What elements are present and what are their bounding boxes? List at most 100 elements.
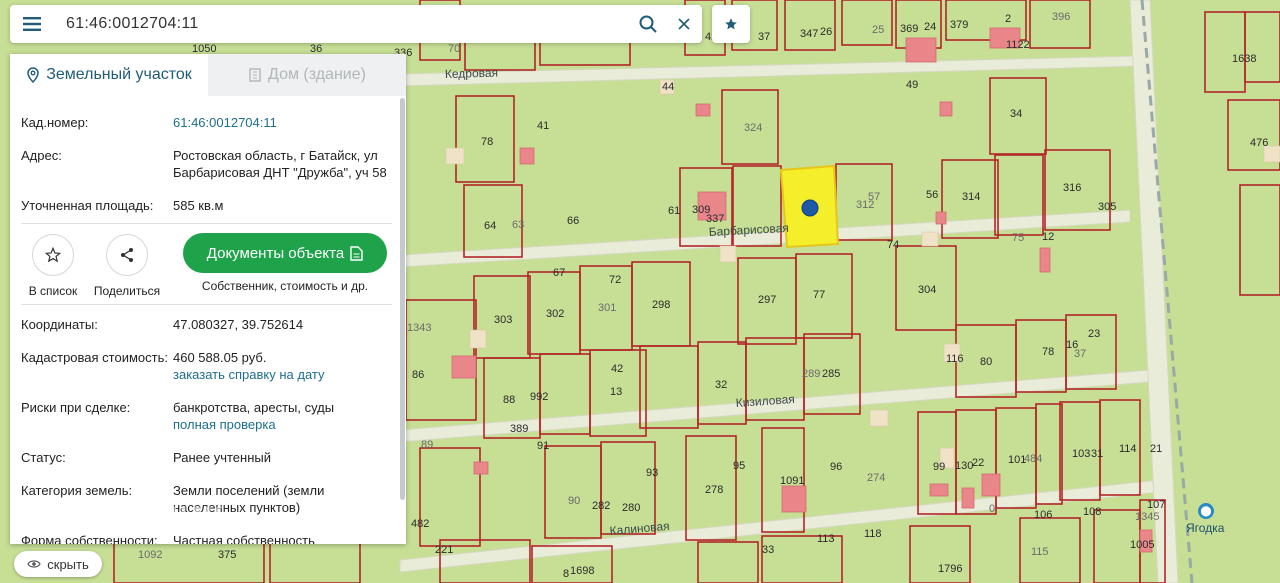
lot-number: 1345 (1135, 511, 1159, 523)
clear-button[interactable] (666, 5, 702, 43)
lot-number: 80 (980, 356, 992, 368)
lot-number: 304 (918, 284, 936, 296)
row-address: Адрес: Ростовская область, г Батайск, ул… (21, 147, 406, 181)
lot-number: 12 (1042, 231, 1054, 243)
lot-number: 289 (802, 368, 820, 380)
lot-number: 389 (510, 423, 528, 435)
lot-number: 278 (705, 484, 723, 496)
lot-number: 67 (553, 267, 565, 279)
lot-number: 301 (598, 302, 616, 314)
location-pin-icon (27, 67, 39, 83)
lot-number: 107 (1147, 499, 1165, 511)
documents-subtitle: Собственник, стоимость и др. (201, 279, 369, 293)
field-label: Риски при сделке: (21, 400, 131, 415)
lot-number: 16 (1066, 339, 1078, 351)
lot-number: 32 (715, 379, 727, 391)
lot-number: 72 (609, 274, 621, 286)
lot-number: 992 (530, 391, 548, 403)
status-value: Ранее учтенный (173, 450, 271, 465)
search-input[interactable]: 61:46:0012704:11 (54, 15, 630, 33)
lot-number: 77 (813, 289, 825, 301)
lot-number: 86 (412, 369, 424, 381)
lot-number: 13 (610, 386, 622, 398)
field-label: Кадастровая стоимость: (21, 350, 168, 365)
lot-number: 0 (989, 503, 995, 515)
lot-number: 312 (856, 199, 874, 211)
plot-marker-icon[interactable] (801, 199, 819, 217)
lot-number: 8 (563, 568, 569, 580)
lot-number: 298 (652, 299, 670, 311)
area-value: 585 кв.м (173, 198, 224, 213)
document-icon (350, 245, 363, 261)
favorite-button[interactable] (712, 5, 750, 43)
lot-number: 285 (822, 368, 840, 380)
lot-number: 297 (758, 294, 776, 306)
full-check-link[interactable]: полная проверка (173, 416, 388, 433)
documents-button[interactable]: Документы объекта (183, 233, 387, 273)
lot-number: 63 (512, 219, 524, 231)
lot-number: 56 (926, 189, 938, 201)
lot-number: 44 (662, 81, 674, 93)
hide-label: скрыть (47, 556, 89, 572)
lot-number: 113 (817, 533, 835, 545)
lot-number: 482 (411, 518, 429, 530)
lot-number: 88 (503, 394, 515, 406)
add-to-list-button[interactable]: В список (15, 234, 91, 298)
lot-number: 314 (962, 191, 980, 203)
tab-house[interactable]: Дом (здание) (208, 54, 406, 96)
hide-panel-button[interactable]: скрыть (14, 551, 102, 577)
building-icon (249, 68, 261, 82)
lot-number: 282 (592, 500, 610, 512)
bus-stop-icon[interactable]: ⬤ (1198, 503, 1214, 519)
search-button[interactable] (630, 5, 666, 43)
share-button[interactable]: Поделиться (89, 234, 165, 298)
lot-number: 49 (906, 79, 918, 91)
lot-number: 37 (758, 31, 770, 43)
lot-number: 1092 (138, 549, 162, 561)
lot-number: 116 (946, 353, 964, 365)
lot-number: 274 (867, 472, 885, 484)
row-status: Статус: Ранее учтенный (21, 449, 406, 466)
star-outline-icon (45, 247, 61, 263)
lot-number: 375 (218, 549, 236, 561)
lot-number: 95 (733, 460, 745, 472)
lot-number: 31 (1091, 448, 1103, 460)
panel-scrollbar[interactable] (400, 98, 405, 500)
menu-button[interactable] (10, 5, 54, 43)
lot-number: 337 (706, 213, 724, 225)
lot-number: 64 (484, 220, 496, 232)
field-label: Статус: (21, 450, 66, 465)
lot-number: 25 (872, 24, 884, 36)
hamburger-icon (23, 17, 41, 31)
lot-number: 41 (537, 120, 549, 132)
lot-number: 78 (481, 136, 493, 148)
lot-number: 1005 (1130, 539, 1154, 551)
field-label: Координаты: (21, 317, 98, 332)
lot-number: 379 (950, 19, 968, 31)
lot-number: 24 (924, 21, 936, 33)
lot-number: 302 (546, 308, 564, 320)
lot-number: 106 (1034, 509, 1052, 521)
lot-number: 22 (972, 457, 984, 469)
star-icon (725, 18, 737, 30)
lot-number: 108 (1083, 506, 1101, 518)
lot-number: 1343 (407, 322, 431, 334)
field-label: Кад.номер: (21, 115, 89, 130)
lot-number: 66 (567, 215, 579, 227)
row-cadastral-number: Кад.номер: 61:46:0012704:11 (21, 114, 406, 131)
order-certificate-link[interactable]: заказать справку на дату (173, 366, 388, 383)
close-icon (678, 18, 690, 30)
lot-number: 347 (800, 28, 818, 40)
lot-number: 1091 (780, 475, 804, 487)
lot-number: 305 (1098, 201, 1116, 213)
search-icon (639, 15, 657, 33)
cadastral-number-link[interactable]: 61:46:0012704:11 (173, 114, 406, 131)
lot-number: 130 (955, 460, 973, 472)
lot-number: 34 (1010, 108, 1022, 120)
tab-land-plot[interactable]: Земельный участок (10, 54, 208, 96)
street-label: Кедровая (445, 66, 499, 81)
lot-number: 1698 (570, 565, 594, 577)
lot-number: 90 (568, 495, 580, 507)
lot-number: 115 (1031, 546, 1049, 558)
lot-number: 2 (1005, 13, 1011, 25)
